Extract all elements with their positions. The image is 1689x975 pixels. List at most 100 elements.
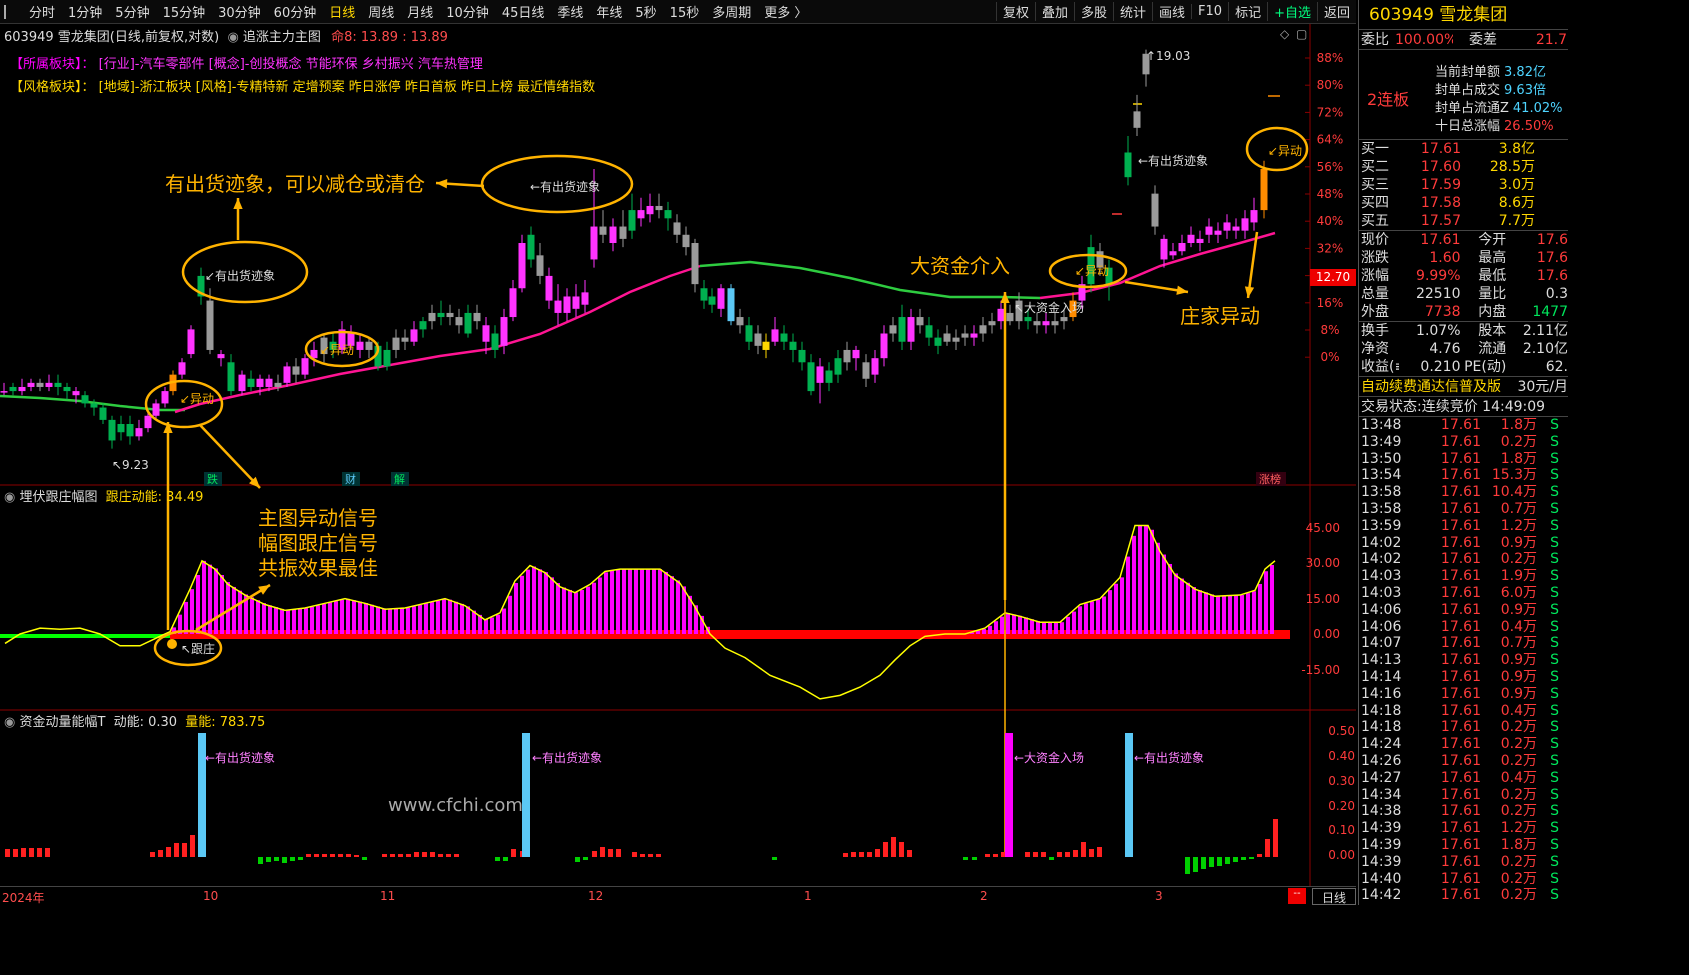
candle — [45, 382, 53, 387]
tick-time: 14:39 — [1361, 853, 1402, 870]
period-tab-2[interactable]: 5分钟 — [109, 2, 156, 21]
period-tab-3[interactable]: 15分钟 — [157, 2, 213, 21]
dash-icon[interactable]: -- — [1288, 888, 1306, 904]
flag-icon[interactable] — [4, 4, 19, 19]
candle — [762, 341, 770, 350]
period-tab-0[interactable]: 分时 — [23, 2, 62, 21]
period-tab-1[interactable]: 1分钟 — [62, 2, 109, 21]
tick-volume: 1.8万 — [1500, 450, 1537, 467]
bid-row-1[interactable]: 买二 17.60 28.5万 — [1359, 158, 1568, 176]
period-indicator[interactable]: 日线 — [1312, 888, 1356, 905]
bid-row-4[interactable]: 买五 17.57 7.7万 — [1359, 212, 1568, 230]
candle — [717, 288, 725, 309]
tick-price: 17.61 — [1440, 719, 1481, 736]
period-tab-15[interactable]: 多周期 — [706, 2, 758, 21]
indicator2-ln-value: 783.75 — [219, 715, 266, 730]
axis-label-ind1: 30.00 — [1306, 556, 1340, 570]
mark-cai-bg — [342, 472, 360, 486]
candle — [997, 308, 1005, 322]
candle — [628, 210, 636, 231]
tool-button-6[interactable]: 标记 — [1228, 2, 1267, 21]
tick-time: 14:39 — [1361, 836, 1402, 853]
histogram-bar — [520, 575, 524, 634]
period-tab-14[interactable]: 15秒 — [664, 2, 707, 21]
period-tab-8[interactable]: 月线 — [401, 2, 440, 21]
tick-time: 14:02 — [1361, 534, 1402, 551]
tick-price: 17.61 — [1440, 601, 1481, 618]
tool-button-8[interactable]: 返回 — [1316, 2, 1356, 21]
tick-side: S — [1550, 736, 1559, 753]
tool-button-3[interactable]: 统计 — [1113, 2, 1152, 21]
volume-bar — [346, 854, 351, 857]
tick-price: 17.61 — [1440, 500, 1481, 517]
candle — [1142, 53, 1150, 75]
label-dazijin: ↖大资金入场 — [1014, 300, 1084, 315]
candle — [970, 333, 978, 338]
ma-green-line-1 — [0, 394, 185, 412]
candle — [934, 337, 942, 346]
bid-row-2[interactable]: 买三 17.59 3.0万 — [1359, 176, 1568, 194]
bid-row-0[interactable]: 买一 17.61 3.8亿 — [1359, 140, 1568, 158]
tick-time: 14:42 — [1361, 887, 1402, 904]
period-tab-12[interactable]: 年线 — [590, 2, 629, 21]
candle — [682, 234, 690, 248]
trade-state-value: 连续竞价 14:49:09 — [1421, 399, 1546, 415]
volume-bar — [406, 854, 411, 857]
indicator-name[interactable]: 追涨主力主图 — [243, 30, 321, 45]
volume-bar — [616, 849, 621, 857]
indicator2-name[interactable]: 资金动量能幅T — [19, 715, 105, 730]
ad-text[interactable]: 自动续费通达信普及版 — [1359, 377, 1506, 396]
tick-price: 17.61 — [1440, 450, 1481, 467]
period-tab-6[interactable]: 日线 — [323, 2, 362, 21]
candle — [365, 341, 373, 350]
period-tab-9[interactable]: 10分钟 — [440, 2, 496, 21]
tick-time: 14:07 — [1361, 635, 1402, 652]
histogram-bar — [400, 608, 404, 634]
sector-text-2[interactable]: [地域]-浙江板块 [风格]-专精特新 定增预案 昨日涨停 昨日首板 昨日上榜 … — [99, 80, 595, 95]
ma-readout: 命8: 13.89 : 13.89 — [331, 30, 448, 45]
histogram-bar — [322, 604, 326, 634]
period-tab-7[interactable]: 周线 — [362, 2, 401, 21]
period-tab-13[interactable]: 5秒 — [629, 2, 663, 21]
period-tab-11[interactable]: 季线 — [551, 2, 590, 21]
indicator1-name[interactable]: 埋伏跟庄幅图 — [19, 490, 97, 505]
signal-bar — [1005, 733, 1013, 857]
tool-button-4[interactable]: 画线 — [1152, 2, 1191, 21]
indicator2-dn-label: 动能: — [113, 715, 144, 730]
stat-value: 2.10亿 — [1522, 341, 1568, 357]
histogram-bar — [346, 598, 350, 634]
tool-button-7[interactable]: +自选 — [1267, 2, 1317, 21]
histogram-bar — [580, 589, 584, 634]
stat-value: 7738 — [1424, 304, 1461, 320]
period-tab-16[interactable]: 更多 〉 — [758, 2, 814, 21]
tool-button-1[interactable]: 叠加 — [1034, 2, 1074, 21]
tool-button-5[interactable]: F10 — [1191, 4, 1228, 19]
tool-button-2[interactable]: 多股 — [1073, 2, 1113, 21]
arrow-left — [435, 181, 485, 188]
price-tag: 12.70 — [1310, 269, 1356, 286]
bid-price: 17.61 — [1420, 141, 1461, 157]
period-tab-4[interactable]: 30分钟 — [212, 2, 268, 21]
tick-side: S — [1550, 568, 1559, 585]
annotation-ellipse — [480, 154, 634, 214]
histogram-bar — [1138, 525, 1142, 634]
x-label-jan: 1 — [804, 889, 812, 903]
sector-text-1[interactable]: [行业]-汽车零部件 [概念]-创投概念 节能环保 乡村振兴 汽车热管理 — [99, 57, 483, 72]
volume-bar — [306, 854, 311, 857]
mark-zhangbang: 涨榜 — [1259, 472, 1281, 486]
tick-row: 14:27 17.61 0.4万 S — [1359, 770, 1568, 787]
tick-list[interactable]: 13:48 17.61 1.8万 S 13:49 17.61 0.2万 S 13:50 17.61… — [1359, 417, 1568, 905]
label-signal: ←大资金入场 — [1014, 750, 1084, 765]
histogram-bar — [574, 592, 578, 634]
tool-button-0[interactable]: 复权 — [995, 2, 1035, 21]
tick-time: 14:40 — [1361, 870, 1402, 887]
ad-row[interactable]: 自动续费通达信普及版 30元/月 — [1359, 377, 1568, 397]
main-chart-area[interactable]: 88%80%72%64%56%48%40%32%24%16%8%0%45.003… — [0, 0, 1356, 905]
arrow-up-mid-head — [1000, 292, 1010, 304]
volume-bar — [867, 852, 872, 857]
tick-row: 14:38 17.61 0.2万 S — [1359, 803, 1568, 820]
period-tab-10[interactable]: 45日线 — [496, 2, 552, 21]
bid-row-3[interactable]: 买四 17.58 8.6万 — [1359, 194, 1568, 212]
period-tab-5[interactable]: 60分钟 — [268, 2, 324, 21]
bid-volume: 3.0万 — [1498, 177, 1535, 193]
